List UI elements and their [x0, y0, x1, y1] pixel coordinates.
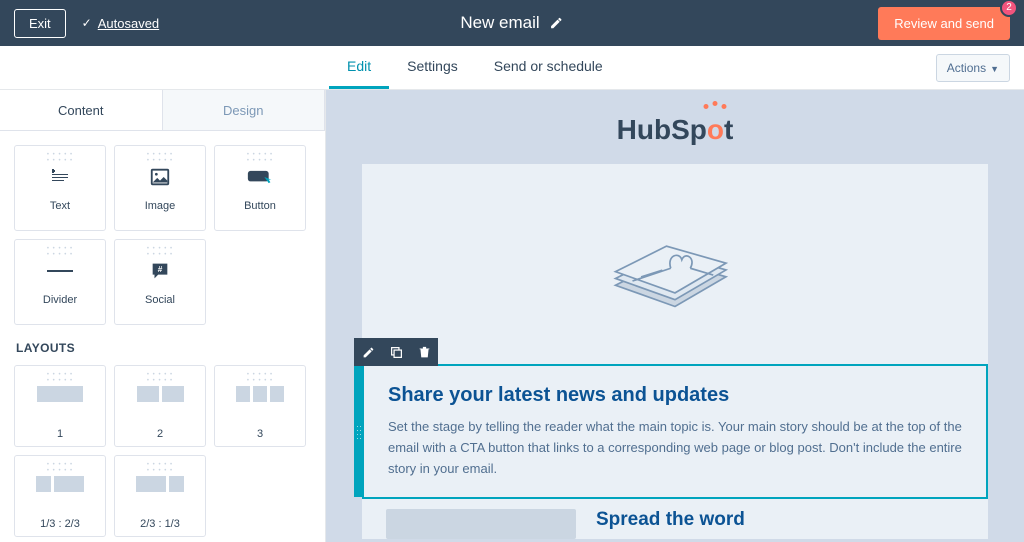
tab-send-or-schedule[interactable]: Send or schedule — [476, 46, 621, 89]
image-icon — [147, 164, 173, 190]
hubspot-logo: HubSpot — [326, 90, 1024, 164]
block-button[interactable]: • • • • •• • • • • Button — [214, 145, 306, 231]
block-divider[interactable]: • • • • •• • • • • Divider — [14, 239, 106, 325]
pencil-icon — [362, 346, 375, 359]
drag-dots-icon: • • • • •• • • • • — [147, 152, 173, 164]
layout-label: 1/3 : 2/3 — [40, 518, 80, 530]
copy-icon — [390, 346, 403, 359]
drag-dots-icon: • • • • •• • • • • — [147, 462, 173, 474]
layout-1-3-2-3[interactable]: • • • • •• • • • • 1/3 : 2/3 — [14, 455, 106, 537]
block-divider-label: Divider — [43, 294, 77, 306]
autosaved-label: Autosaved — [98, 16, 159, 31]
review-and-send-button[interactable]: Review and send 2 — [878, 7, 1010, 40]
drag-dots-icon: • • • • •• • • • • — [47, 152, 73, 164]
spread-image-placeholder — [386, 509, 576, 539]
layout-label: 2 — [157, 428, 163, 440]
selected-content-block[interactable]: ········ Share your latest news and upda… — [362, 364, 988, 499]
block-social-label: Social — [145, 294, 175, 306]
review-badge: 2 — [1000, 0, 1018, 17]
block-drag-handle[interactable]: ········ — [354, 366, 364, 497]
drag-dots-icon: • • • • •• • • • • — [247, 372, 273, 384]
actions-dropdown[interactable]: Actions ▼ — [936, 54, 1010, 82]
layout-3col[interactable]: • • • • •• • • • • 3 — [214, 365, 306, 447]
drag-dots-icon: • • • • •• • • • • — [47, 462, 73, 474]
panel-tab-design[interactable]: Design — [162, 90, 326, 131]
delete-block-button[interactable] — [410, 338, 438, 366]
panel-tab-content[interactable]: Content — [0, 90, 162, 131]
content-heading: Share your latest news and updates — [388, 384, 962, 407]
layout-1col[interactable]: • • • • •• • • • • 1 — [14, 365, 106, 447]
hero-illustration — [362, 164, 988, 364]
review-label: Review and send — [894, 16, 994, 31]
page-title: New email — [460, 13, 539, 33]
layout-label: 3 — [257, 428, 263, 440]
drag-dots-icon: • • • • •• • • • • — [147, 246, 173, 258]
spread-heading: Spread the word — [596, 509, 745, 531]
block-image[interactable]: • • • • •• • • • • Image — [114, 145, 206, 231]
drag-dots-icon: • • • • •• • • • • — [247, 152, 273, 164]
tab-edit[interactable]: Edit — [329, 46, 389, 89]
edit-block-button[interactable] — [354, 338, 382, 366]
divider-icon — [47, 258, 73, 284]
chevron-down-icon: ▼ — [990, 64, 999, 74]
social-icon: # — [147, 258, 173, 284]
layout-label: 2/3 : 1/3 — [140, 518, 180, 530]
edit-title-icon[interactable] — [550, 16, 564, 30]
drag-dots-icon: • • • • •• • • • • — [47, 372, 73, 384]
layout-2-3-1-3[interactable]: • • • • •• • • • • 2/3 : 1/3 — [114, 455, 206, 537]
exit-button[interactable]: Exit — [14, 9, 66, 38]
drag-dots-icon: • • • • •• • • • • — [147, 372, 173, 384]
tab-settings[interactable]: Settings — [389, 46, 476, 89]
block-button-label: Button — [244, 200, 276, 212]
layout-2col[interactable]: • • • • •• • • • • 2 — [114, 365, 206, 447]
autosaved-indicator[interactable]: ✓ Autosaved — [82, 16, 160, 31]
content-paragraph: Set the stage by telling the reader what… — [388, 417, 962, 479]
text-icon — [47, 164, 73, 190]
svg-text:#: # — [158, 265, 163, 274]
drag-dots-icon: • • • • •• • • • • — [47, 246, 73, 258]
layout-label: 1 — [57, 428, 63, 440]
clone-block-button[interactable] — [382, 338, 410, 366]
button-icon — [247, 164, 273, 190]
block-text[interactable]: • • • • •• • • • • Text — [14, 145, 106, 231]
block-image-label: Image — [145, 200, 176, 212]
trash-icon — [418, 346, 431, 359]
block-social[interactable]: • • • • •• • • • • # Social — [114, 239, 206, 325]
check-icon: ✓ — [82, 16, 92, 30]
layouts-heading: LAYOUTS — [16, 341, 311, 355]
actions-label: Actions — [947, 61, 986, 75]
block-text-label: Text — [50, 200, 70, 212]
